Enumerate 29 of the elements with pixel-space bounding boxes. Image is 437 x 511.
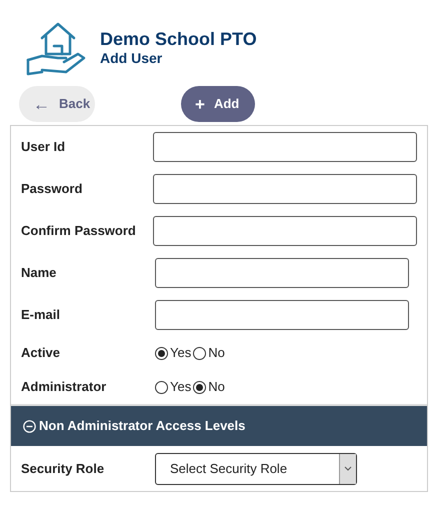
- radio-label: Yes: [170, 344, 192, 362]
- input-field[interactable]: [152, 174, 417, 204]
- field-label: E-mail: [21, 306, 62, 324]
- section-header[interactable]: Non Administrator Access Levels: [11, 404, 427, 446]
- field-label: Password: [21, 180, 84, 198]
- radio-label: Yes: [170, 378, 192, 396]
- add-button[interactable]: + Add: [181, 86, 255, 122]
- radio-button[interactable]: [155, 346, 168, 360]
- field-label: Name: [21, 264, 58, 282]
- field-label: User Id: [21, 138, 66, 156]
- radio-button[interactable]: [193, 380, 206, 394]
- field-label: Active: [21, 344, 62, 362]
- field-label: Confirm Password: [21, 222, 137, 240]
- input-field[interactable]: [155, 258, 409, 288]
- field-label: Security Role: [21, 460, 106, 478]
- select-dropdown[interactable]: Select Security Role: [155, 452, 357, 484]
- radio-label: No: [208, 378, 225, 396]
- input-field[interactable]: [152, 216, 417, 246]
- collapse-icon: [23, 420, 36, 432]
- input-field[interactable]: [155, 300, 409, 330]
- field-label: Administrator: [21, 378, 108, 396]
- page-subtitle: Add User: [100, 48, 164, 66]
- caret-icon: [344, 466, 352, 471]
- radio-label: No: [208, 344, 225, 362]
- radio-button[interactable]: [155, 380, 168, 394]
- app-title: Demo School PTO: [100, 28, 257, 48]
- back-button[interactable]: ← Back: [19, 86, 95, 122]
- radio-button[interactable]: [193, 346, 206, 360]
- input-field[interactable]: [152, 132, 417, 162]
